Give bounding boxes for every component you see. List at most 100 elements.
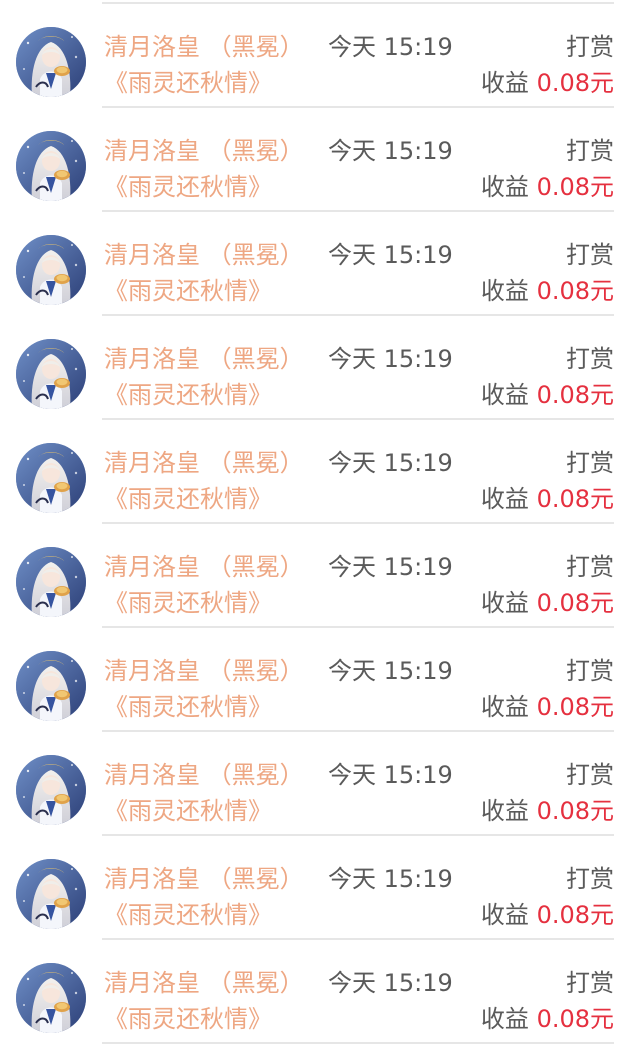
tip-time: 今天 15:19 [328,761,453,789]
income-group: 收益 0.08元 [481,275,614,307]
book-title[interactable]: 《雨灵还秋情》 [104,587,272,619]
income-amount: 0.08元 [536,901,614,929]
list-item[interactable]: 清月洛皇 （黑冕） 今天 15:19 打赏 《雨灵还秋情》 收益 0.08元 [0,420,640,524]
tip-time: 今天 15:19 [328,137,453,165]
list-item[interactable]: 清月洛皇 （黑冕） 今天 15:19 打赏 《雨灵还秋情》 收益 0.08元 [0,524,640,628]
record-type: 打赏 [566,345,614,373]
income-label: 收益 [480,1005,529,1033]
income-amount: 0.08元 [536,693,614,721]
book-title[interactable]: 《雨灵还秋情》 [104,795,272,827]
income-amount: 0.08元 [536,485,614,513]
income-group: 收益 0.08元 [481,67,614,99]
book-title[interactable]: 《雨灵还秋情》 [104,275,272,307]
book-title[interactable]: 《雨灵还秋情》 [104,171,272,203]
avatar[interactable] [16,755,86,825]
tipper-name[interactable]: 清月洛皇 （黑冕） [104,135,304,167]
book-title[interactable]: 《雨灵还秋情》 [104,379,272,411]
anime-avatar-icon [16,651,86,721]
book-title[interactable]: 《雨灵还秋情》 [104,691,272,723]
tipper-name[interactable]: 清月洛皇 （黑冕） [104,239,304,271]
tip-time: 今天 15:19 [328,345,453,373]
anime-avatar-icon [16,963,86,1033]
anime-avatar-icon [16,859,86,929]
anime-avatar-icon [16,27,86,97]
anime-avatar-icon [16,443,86,513]
income-group: 收益 0.08元 [481,691,614,723]
list-item[interactable]: 清月洛皇 （黑冕） 今天 15:19 打赏 《雨灵还秋情》 收益 0.08元 [0,4,640,108]
tipper-name[interactable]: 清月洛皇 （黑冕） [104,31,304,63]
avatar[interactable] [16,339,86,409]
income-label: 收益 [480,69,529,97]
income-amount: 0.08元 [536,381,614,409]
income-amount: 0.08元 [536,589,614,617]
list-item[interactable]: 清月洛皇 （黑冕） 今天 15:19 打赏 《雨灵还秋情》 收益 0.08元 [0,628,640,732]
income-amount: 0.08元 [536,1005,614,1033]
income-amount: 0.08元 [536,69,614,97]
list-item[interactable]: 清月洛皇 （黑冕） 今天 15:19 打赏 《雨灵还秋情》 收益 0.08元 [0,316,640,420]
tip-time: 今天 15:19 [328,449,453,477]
avatar[interactable] [16,131,86,201]
avatar[interactable] [16,235,86,305]
book-title[interactable]: 《雨灵还秋情》 [104,1003,272,1035]
income-group: 收益 0.08元 [481,795,614,827]
list-item[interactable]: 清月洛皇 （黑冕） 今天 15:19 打赏 《雨灵还秋情》 收益 0.08元 [0,940,640,1044]
tipper-name[interactable]: 清月洛皇 （黑冕） [104,655,304,687]
income-label: 收益 [480,797,529,825]
avatar[interactable] [16,859,86,929]
income-amount: 0.08元 [536,173,614,201]
record-type: 打赏 [566,657,614,685]
record-type: 打赏 [566,553,614,581]
tip-records-list: 清月洛皇 （黑冕） 今天 15:19 打赏 《雨灵还秋情》 收益 0.08元 清… [0,4,640,1044]
income-amount: 0.08元 [536,797,614,825]
avatar[interactable] [16,443,86,513]
tip-time: 今天 15:19 [328,33,453,61]
record-type: 打赏 [566,449,614,477]
tipper-name[interactable]: 清月洛皇 （黑冕） [104,863,304,895]
anime-avatar-icon [16,339,86,409]
tip-time: 今天 15:19 [328,865,453,893]
tipper-name[interactable]: 清月洛皇 （黑冕） [104,447,304,479]
income-label: 收益 [480,485,529,513]
avatar[interactable] [16,27,86,97]
list-item[interactable]: 清月洛皇 （黑冕） 今天 15:19 打赏 《雨灵还秋情》 收益 0.08元 [0,108,640,212]
income-group: 收益 0.08元 [481,171,614,203]
income-group: 收益 0.08元 [481,1003,614,1035]
tipper-name[interactable]: 清月洛皇 （黑冕） [104,967,304,999]
record-type: 打赏 [566,33,614,61]
tipper-name[interactable]: 清月洛皇 （黑冕） [104,343,304,375]
tip-time: 今天 15:19 [328,969,453,997]
list-item[interactable]: 清月洛皇 （黑冕） 今天 15:19 打赏 《雨灵还秋情》 收益 0.08元 [0,732,640,836]
income-amount: 0.08元 [536,277,614,305]
income-group: 收益 0.08元 [481,483,614,515]
record-type: 打赏 [566,865,614,893]
record-type: 打赏 [566,241,614,269]
tip-time: 今天 15:19 [328,553,453,581]
book-title[interactable]: 《雨灵还秋情》 [104,483,272,515]
tipper-name[interactable]: 清月洛皇 （黑冕） [104,551,304,583]
income-label: 收益 [480,173,529,201]
record-type: 打赏 [566,137,614,165]
income-group: 收益 0.08元 [481,379,614,411]
tip-time: 今天 15:19 [328,241,453,269]
avatar[interactable] [16,547,86,617]
list-item[interactable]: 清月洛皇 （黑冕） 今天 15:19 打赏 《雨灵还秋情》 收益 0.08元 [0,836,640,940]
anime-avatar-icon [16,131,86,201]
avatar[interactable] [16,963,86,1033]
anime-avatar-icon [16,755,86,825]
income-label: 收益 [480,693,529,721]
income-label: 收益 [480,589,529,617]
tipper-name[interactable]: 清月洛皇 （黑冕） [104,759,304,791]
book-title[interactable]: 《雨灵还秋情》 [104,899,272,931]
income-group: 收益 0.08元 [481,899,614,931]
income-label: 收益 [480,277,529,305]
list-item[interactable]: 清月洛皇 （黑冕） 今天 15:19 打赏 《雨灵还秋情》 收益 0.08元 [0,212,640,316]
anime-avatar-icon [16,235,86,305]
book-title[interactable]: 《雨灵还秋情》 [104,67,272,99]
income-label: 收益 [480,901,529,929]
income-label: 收益 [480,381,529,409]
avatar[interactable] [16,651,86,721]
record-type: 打赏 [566,761,614,789]
anime-avatar-icon [16,547,86,617]
record-type: 打赏 [566,969,614,997]
tip-time: 今天 15:19 [328,657,453,685]
